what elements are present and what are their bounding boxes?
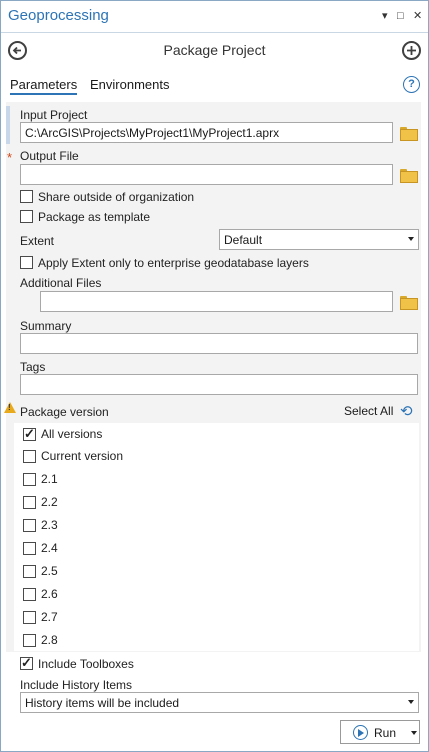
chevron-down-icon	[408, 237, 414, 241]
warning-icon: !	[4, 402, 16, 413]
version-checkbox-2-4[interactable]	[23, 542, 36, 555]
package-version-list: All versions Current version 2.1 2.2 2.3…	[14, 423, 419, 651]
run-label: Run	[374, 726, 397, 740]
apply-extent-label: Apply Extent only to enterprise geodatab…	[38, 256, 309, 270]
version-checkbox-2-3[interactable]	[23, 519, 36, 532]
version-checkbox-2-8[interactable]	[23, 634, 36, 647]
version-checkbox-2-6[interactable]	[23, 588, 36, 601]
tab-environments[interactable]: Environments	[90, 77, 169, 92]
input-project-field[interactable]: C:\ArcGIS\Projects\MyProject1\MyProject1…	[20, 122, 393, 143]
pane-menu-icon[interactable]: ▾	[382, 10, 388, 22]
run-button[interactable]: Run	[340, 720, 420, 744]
extent-value: Default	[224, 233, 263, 247]
version-label: 2.6	[41, 587, 58, 601]
include-toolboxes-checkbox[interactable]	[20, 655, 33, 671]
include-toolboxes-label: Include Toolboxes	[38, 657, 134, 671]
summary-field[interactable]	[20, 333, 418, 354]
tags-field[interactable]	[20, 374, 418, 395]
version-checkbox-2-7[interactable]	[23, 611, 36, 624]
browse-folder-icon[interactable]	[400, 127, 418, 141]
required-icon: *	[7, 150, 13, 165]
package-template-label: Package as template	[38, 210, 151, 224]
select-all-link[interactable]: Select All	[344, 404, 393, 418]
package-template-checkbox[interactable]	[20, 210, 33, 223]
version-checkbox-2-5[interactable]	[23, 565, 36, 578]
chevron-down-icon[interactable]	[411, 731, 417, 735]
refresh-icon[interactable]: ⟲	[400, 402, 413, 420]
add-icon[interactable]	[402, 41, 421, 60]
additional-files-label: Additional Files	[20, 276, 102, 290]
pane-title: Geoprocessing	[8, 7, 109, 24]
tool-title: Package Project	[163, 42, 266, 58]
additional-files-field[interactable]	[40, 291, 393, 312]
close-icon[interactable]: ✕	[413, 10, 422, 22]
version-label: Current version	[41, 449, 124, 463]
play-icon	[353, 725, 368, 740]
active-parameter-indicator	[6, 106, 10, 144]
version-label: 2.7	[41, 610, 58, 624]
input-project-label: Input Project	[20, 108, 88, 122]
share-outside-checkbox[interactable]	[20, 190, 33, 203]
package-version-label: Package version	[20, 405, 109, 419]
chevron-down-icon	[408, 700, 414, 704]
browse-folder-icon[interactable]	[400, 296, 418, 310]
version-label: 2.5	[41, 564, 58, 578]
extent-dropdown[interactable]: Default	[219, 229, 419, 250]
share-outside-label: Share outside of organization	[38, 190, 195, 204]
version-label: 2.2	[41, 495, 58, 509]
include-history-value: History items will be included	[25, 696, 180, 710]
maximize-icon[interactable]: □	[397, 10, 404, 22]
output-file-label: Output File	[20, 149, 79, 163]
pane-titlebar: Geoprocessing ▾ □ ✕	[1, 1, 428, 33]
summary-label: Summary	[20, 319, 72, 333]
version-checkbox-2-1[interactable]	[23, 473, 36, 486]
output-file-field[interactable]	[20, 164, 393, 185]
version-label: 2.3	[41, 518, 58, 532]
version-checkbox-current[interactable]	[23, 450, 36, 463]
include-history-dropdown[interactable]: History items will be included	[20, 692, 419, 713]
include-history-label: Include History Items	[20, 678, 133, 692]
tags-label: Tags	[20, 360, 46, 374]
extent-label: Extent	[20, 234, 55, 248]
tab-parameters[interactable]: Parameters	[10, 77, 78, 95]
browse-folder-icon[interactable]	[400, 169, 418, 183]
version-label: All versions	[41, 427, 103, 441]
version-label: 2.8	[41, 633, 58, 647]
version-checkbox-all[interactable]	[23, 426, 36, 442]
version-label: 2.4	[41, 541, 58, 555]
apply-extent-checkbox[interactable]	[20, 256, 33, 269]
version-label: 2.1	[41, 472, 58, 486]
help-icon[interactable]: ?	[403, 76, 420, 93]
version-checkbox-2-2[interactable]	[23, 496, 36, 509]
